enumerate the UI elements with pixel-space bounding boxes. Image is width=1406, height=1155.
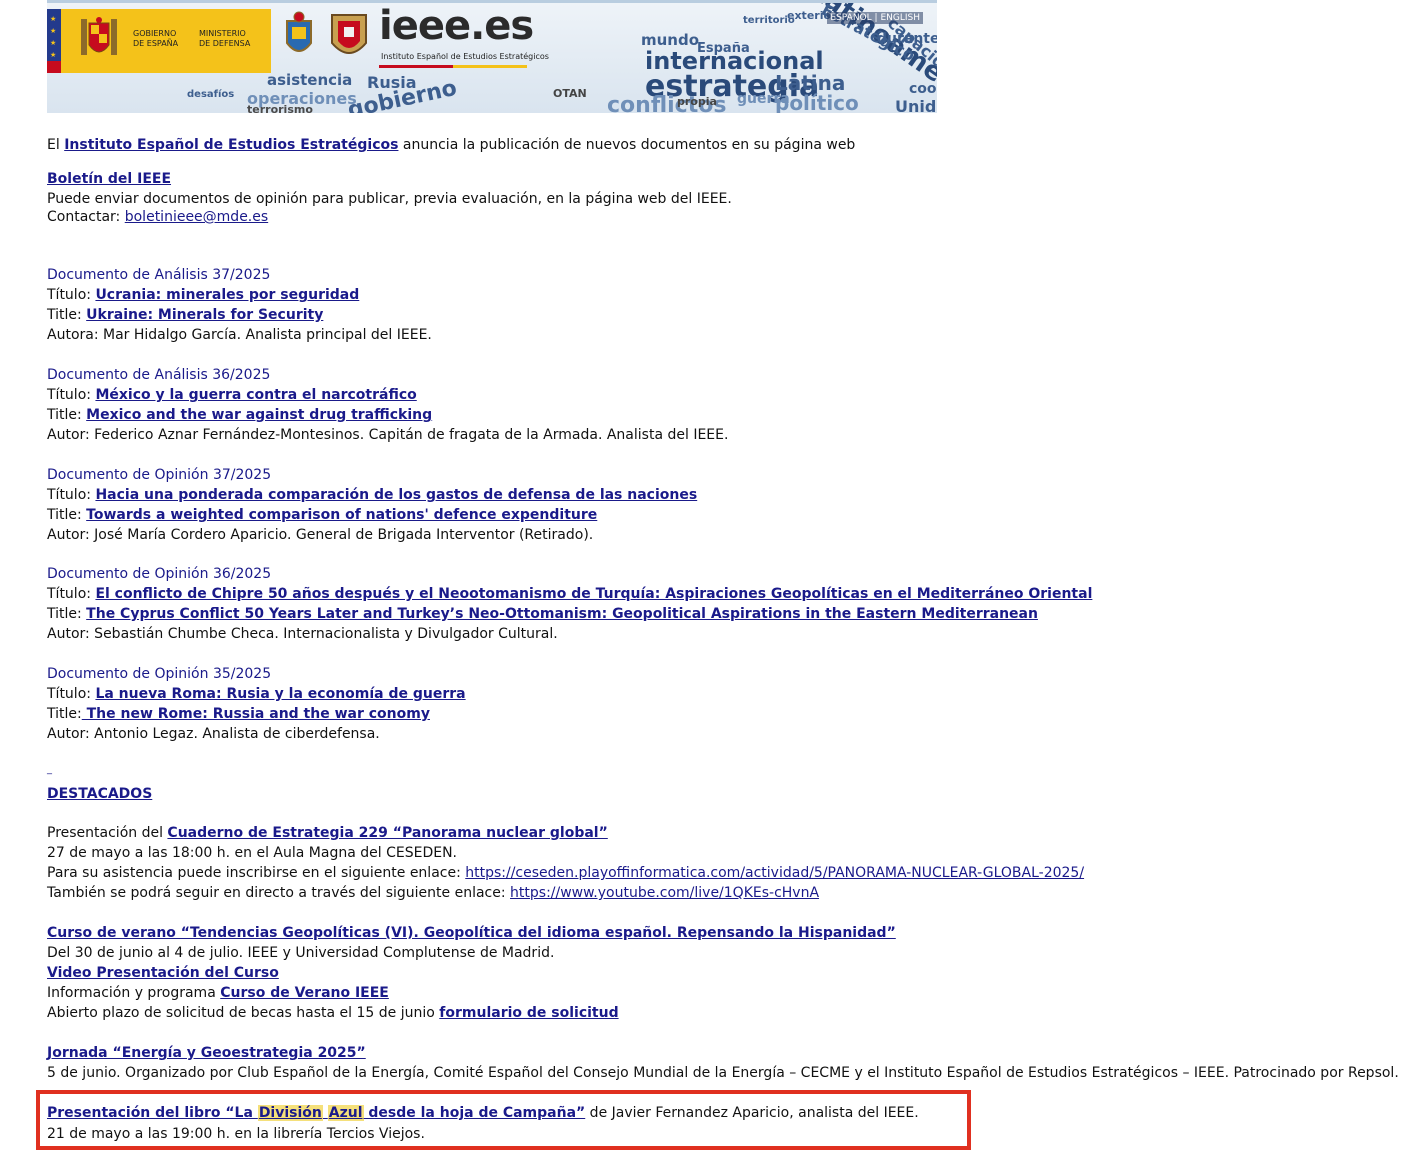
cloud-word: durante: [877, 31, 937, 47]
bulletin-text: Puede enviar documentos de opinión para …: [47, 191, 732, 207]
libro-presentation: Presentación del libro “La División Azul…: [47, 1105, 919, 1121]
youtube-live-link[interactable]: https://www.youtube.com/live/1QKEs-cHvnA: [510, 885, 819, 901]
document-title-link[interactable]: Mexico and the war against drug traffick…: [86, 407, 432, 423]
formulario-solicitud-link[interactable]: formulario de solicitud: [439, 1005, 618, 1021]
ministerio-text: MINISTERIO DE DEFENSA: [199, 29, 251, 48]
document-heading: Documento de Opinión 35/2025: [47, 666, 272, 682]
intro-text: El Instituto Español de Estudios Estraté…: [47, 137, 856, 153]
cuaderno-link[interactable]: Cuaderno de Estrategia 229 “Panorama nuc…: [167, 825, 607, 841]
curso-becas: Abierto plazo de solicitud de becas hast…: [47, 1005, 619, 1021]
cloud-word: Unido: [895, 97, 937, 113]
cloud-word: desafíos: [187, 89, 235, 100]
highlight-division: División: [257, 1105, 323, 1121]
cloud-word: coop: [909, 81, 937, 97]
curso-verano-ieee-link[interactable]: Curso de Verano IEEE: [220, 985, 389, 1001]
document-titulo: Título: Ucrania: minerales por seguridad: [47, 287, 360, 303]
spain-coat-of-arms-icon: [81, 17, 117, 55]
ieee-logo[interactable]: ieee.es: [379, 3, 534, 49]
document-title: Title: The new Rome: Russia and the war …: [47, 706, 430, 722]
curso-verano-link[interactable]: Curso de verano “Tendencias Geopolíticas…: [47, 925, 896, 941]
bulletin-link[interactable]: Boletín del IEEE: [47, 171, 171, 187]
cloud-word: OTAN: [553, 87, 587, 100]
document-author: Autor: Sebastián Chumbe Checa. Internaci…: [47, 626, 558, 642]
document-title: Title: The Cyprus Conflict 50 Years Late…: [47, 606, 1038, 622]
curso-title: Curso de verano “Tendencias Geopolíticas…: [47, 925, 896, 941]
libro-division-azul-link[interactable]: Presentación del libro “La División Azul…: [47, 1105, 585, 1121]
document-heading: Documento de Opinión 36/2025: [47, 566, 272, 582]
document-author: Autor: Antonio Legaz. Analista de ciberd…: [47, 726, 380, 742]
bulletin-title: Boletín del IEEE: [47, 171, 171, 187]
highlight-azul: Azul: [327, 1105, 364, 1121]
document-titulo: Título: México y la guerra contra el nar…: [47, 387, 417, 403]
gobierno-text: GOBIERNO DE ESPAÑA: [133, 29, 179, 48]
document-heading: Documento de Análisis 37/2025: [47, 267, 271, 283]
ieee-logo-bar: [379, 65, 527, 68]
lang-separator: |: [874, 13, 878, 23]
document-heading: Documento de Análisis 36/2025: [47, 367, 271, 383]
document-titulo: Título: La nueva Roma: Rusia y la econom…: [47, 686, 466, 702]
libro-date: 21 de mayo a las 19:00 h. en la librería…: [47, 1126, 425, 1142]
document-author: Autor: José María Cordero Aparicio. Gene…: [47, 527, 594, 543]
document-title: Title: Mexico and the war against drug t…: [47, 407, 433, 423]
cloud-word: propia: [677, 95, 717, 108]
bulletin-contact: Contactar: boletinieee@mde.es: [47, 209, 269, 225]
document-titulo-link[interactable]: Ucrania: minerales por seguridad: [95, 287, 359, 303]
document-heading: Documento de Opinión 37/2025: [47, 467, 272, 483]
header-banner: asistencia Rusia operaciones gobierno de…: [47, 0, 937, 113]
document-title: Title: Ukraine: Minerals for Security: [47, 307, 324, 323]
ceseden-shield-icon: [286, 11, 312, 52]
document-title-link[interactable]: The Cyprus Conflict 50 Years Later and T…: [86, 606, 1038, 622]
cloud-word: terrorismo: [247, 103, 313, 113]
jornada-title: Jornada “Energía y Geoestrategia 2025”: [47, 1045, 366, 1061]
contact-email-link[interactable]: boletinieee@mde.es: [125, 209, 268, 225]
lang-english-link[interactable]: ENGLISH: [880, 13, 920, 23]
gobierno-logo[interactable]: ★ ★ ★ ★ GOBIERNO DE ESPAÑA MINISTERIO DE…: [47, 9, 271, 73]
destacados-title: DESTACADOS: [47, 786, 152, 802]
document-titulo: Título: El conflicto de Chipre 50 años d…: [47, 586, 1093, 602]
document-title: Title: Towards a weighted comparison of …: [47, 507, 598, 523]
language-switcher: ESPAÑOL | ENGLISH: [827, 12, 923, 24]
document-titulo: Título: Hacia una ponderada comparación …: [47, 487, 698, 503]
cuaderno-date: 27 de mayo a las 18:00 h. en el Aula Mag…: [47, 845, 457, 861]
document-titulo-link[interactable]: México y la guerra contra el narcotráfic…: [95, 387, 416, 403]
document-author: Autor: Federico Aznar Fernández-Montesin…: [47, 427, 729, 443]
curso-video: Video Presentación del Curso: [47, 965, 279, 981]
document-titulo-link[interactable]: La nueva Roma: Rusia y la economía de gu…: [95, 686, 465, 702]
defense-shield-icon: [331, 14, 367, 54]
document-author: Autora: Mar Hidalgo García. Analista pri…: [47, 327, 432, 343]
cuaderno-presentation: Presentación del Cuaderno de Estrategia …: [47, 825, 608, 841]
destacados-marker: _: [47, 764, 52, 775]
document-title-link[interactable]: Ukraine: Minerals for Security: [86, 307, 323, 323]
curso-dates: Del 30 de junio al 4 de julio. IEEE y Un…: [47, 945, 555, 961]
document-titulo-link[interactable]: El conflicto de Chipre 50 años después y…: [95, 586, 1092, 602]
institute-link[interactable]: Instituto Español de Estudios Estratégic…: [64, 137, 398, 153]
curso-info: Información y programa Curso de Verano I…: [47, 985, 389, 1001]
document-title-link[interactable]: The new Rome: Russia and the war conomy: [82, 706, 430, 722]
video-presentacion-link[interactable]: Video Presentación del Curso: [47, 965, 279, 981]
jornada-energia-link[interactable]: Jornada “Energía y Geoestrategia 2025”: [47, 1045, 366, 1061]
cloud-word: asistencia: [267, 71, 353, 89]
cloud-word: Latina: [775, 71, 846, 95]
document-titulo-link[interactable]: Hacia una ponderada comparación de los g…: [95, 487, 697, 503]
eu-flag-icon: ★ ★ ★ ★: [47, 9, 61, 73]
jornada-text: 5 de junio. Organizado por Club Español …: [47, 1065, 1399, 1081]
lang-espanol-link[interactable]: ESPAÑOL: [830, 13, 871, 23]
ieee-logo-subtitle: Instituto Español de Estudios Estratégic…: [381, 52, 549, 61]
register-url-link[interactable]: https://ceseden.playoffinformatica.com/a…: [465, 865, 1084, 881]
cuaderno-live: También se podrá seguir en directo a tra…: [47, 885, 820, 901]
cuaderno-register: Para su asistencia puede inscribirse en …: [47, 865, 1085, 881]
destacados-link[interactable]: DESTACADOS: [47, 786, 152, 802]
document-title-link[interactable]: Towards a weighted comparison of nations…: [86, 507, 597, 523]
